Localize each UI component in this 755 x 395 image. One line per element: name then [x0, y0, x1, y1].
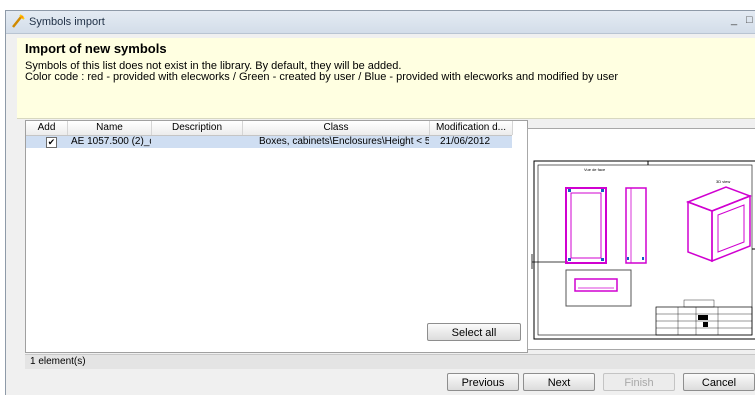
wand-icon [12, 14, 25, 28]
next-button[interactable]: Next [523, 373, 595, 391]
status-bar: 1 element(s) [25, 354, 755, 369]
grid-header: Add Name Description Class Modification … [26, 121, 513, 136]
previous-button[interactable]: Previous [447, 373, 519, 391]
page-title: Import of new symbols [25, 41, 167, 56]
3d-view-label: 3D view [716, 179, 730, 184]
symbols-import-window: Symbols import _ □ Import of new symbols… [5, 10, 755, 395]
column-header-name[interactable]: Name [68, 121, 152, 135]
maximize-button[interactable]: □ [746, 14, 753, 26]
window-title: Symbols import [29, 16, 105, 28]
symbols-grid[interactable]: Add Name Description Class Modification … [25, 120, 528, 353]
column-header-add[interactable]: Add [26, 121, 68, 135]
cell-name: AE 1057.500 (2)_dra... [71, 136, 151, 147]
column-header-class[interactable]: Class [243, 121, 430, 135]
cell-class: Boxes, cabinets\Enclosures\Height < 500 … [259, 136, 429, 147]
info-header: Import of new symbols Symbols of this li… [17, 38, 755, 119]
element-count: 1 element(s) [30, 356, 86, 367]
table-row[interactable]: ✔ AE 1057.500 (2)_dra... Boxes, cabinets… [26, 136, 512, 148]
minimize-button[interactable]: _ [731, 14, 737, 26]
column-header-description[interactable]: Description [152, 121, 243, 135]
front-view-label: Vue de face [584, 167, 606, 172]
color-code-line: Color code : red - provided with elecwor… [25, 71, 619, 83]
symbol-preview: Vue de face 3D view [527, 128, 755, 350]
title-bar[interactable]: Symbols import _ □ [6, 11, 755, 34]
drawing-preview: Vue de face 3D view [531, 160, 755, 340]
add-checkbox[interactable]: ✔ [46, 137, 57, 148]
cell-description [155, 136, 241, 148]
column-header-modification-date[interactable]: Modification d... [430, 121, 513, 135]
select-all-button[interactable]: Select all [427, 323, 521, 341]
finish-button[interactable]: Finish [603, 373, 675, 391]
cell-modification-date: 21/06/2012 [440, 136, 491, 147]
cancel-button[interactable]: Cancel [683, 373, 755, 391]
